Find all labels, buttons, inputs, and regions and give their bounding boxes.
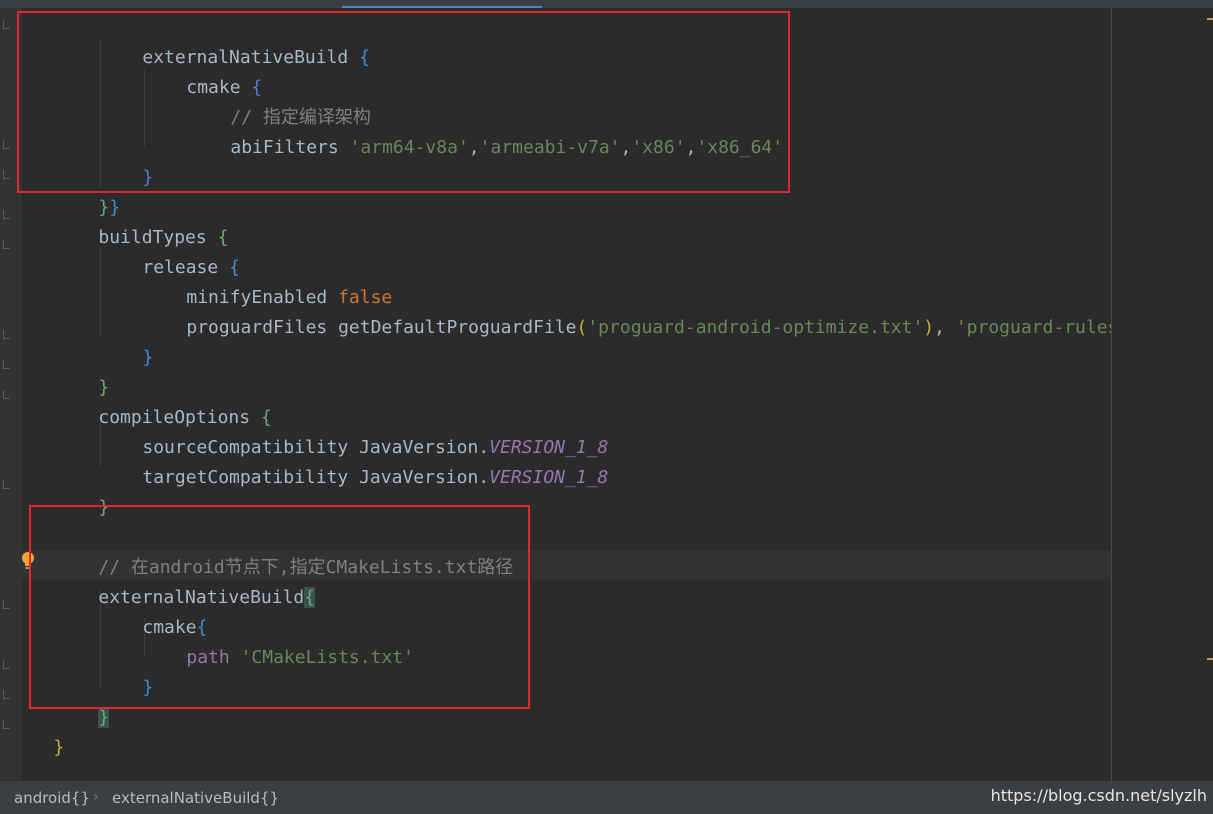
highlight-box-cmake-path: [29, 505, 530, 709]
fold-marker-icon[interactable]: [3, 690, 10, 699]
tab-strip[interactable]: [0, 0, 1213, 8]
function-call: getDefaultProguardFile: [338, 317, 577, 338]
code-line[interactable]: compileOptions {: [55, 373, 271, 428]
fold-marker-icon[interactable]: [3, 140, 10, 149]
brace-matched: }: [98, 707, 110, 728]
fold-marker-icon[interactable]: [3, 330, 10, 339]
code-line[interactable]: }: [55, 463, 109, 518]
breadcrumb-bar: android{} › externalNativeBuild{} https:…: [0, 780, 1213, 814]
scrollbar-warning-mark[interactable]: [1207, 658, 1213, 660]
fold-marker-icon[interactable]: [3, 660, 10, 669]
fold-marker-icon[interactable]: [3, 720, 10, 729]
static-field: VERSION_1_8: [489, 467, 609, 488]
code-line[interactable]: }: [99, 313, 153, 368]
code-line[interactable]: minifyEnabled false: [143, 253, 392, 308]
identifier: proguardFiles: [186, 317, 339, 338]
fold-marker-icon[interactable]: [3, 600, 10, 609]
paren: ): [923, 317, 935, 338]
paren: (: [576, 317, 588, 338]
fold-marker-icon[interactable]: [3, 170, 10, 179]
code-line[interactable]: sourceCompatibility JavaVersion.VERSION_…: [99, 403, 608, 458]
separator: ,: [934, 317, 956, 338]
fold-marker-icon[interactable]: [3, 480, 10, 489]
scrollbar-warning-mark[interactable]: [1207, 18, 1213, 20]
code-line[interactable]: targetCompatibility JavaVersion.VERSION_…: [99, 433, 608, 488]
code-line[interactable]: }: [55, 343, 109, 398]
fold-marker-icon[interactable]: [3, 20, 10, 29]
watermark-text: https://blog.csdn.net/slyzlh: [990, 786, 1207, 805]
editor-tab-bar: [0, 0, 1213, 8]
code-line[interactable]: buildTypes {: [55, 193, 228, 248]
fold-marker-icon[interactable]: [3, 390, 10, 399]
identifier: targetCompatibility JavaVersion.: [142, 467, 490, 488]
code-line[interactable]: proguardFiles getDefaultProguardFile('pr…: [143, 283, 1111, 338]
scrollbar-track[interactable]: [1112, 8, 1213, 780]
highlight-box-abi-filters: [17, 11, 790, 193]
fold-marker-icon[interactable]: [3, 240, 10, 249]
brace: }: [142, 347, 154, 368]
fold-marker-icon[interactable]: [3, 360, 10, 369]
string-literal: 'proguard-rules.pro': [955, 317, 1111, 338]
string-literal: 'proguard-android-optimize.txt': [587, 317, 924, 338]
brace: }: [53, 737, 65, 758]
breadcrumb-externalnativebuild[interactable]: externalNativeBuild{}: [112, 789, 279, 807]
fold-marker-icon[interactable]: [3, 210, 10, 219]
chevron-right-icon: ›: [93, 789, 99, 805]
breadcrumb-android[interactable]: android{}: [14, 789, 90, 807]
code-line[interactable]: release {: [99, 223, 240, 278]
